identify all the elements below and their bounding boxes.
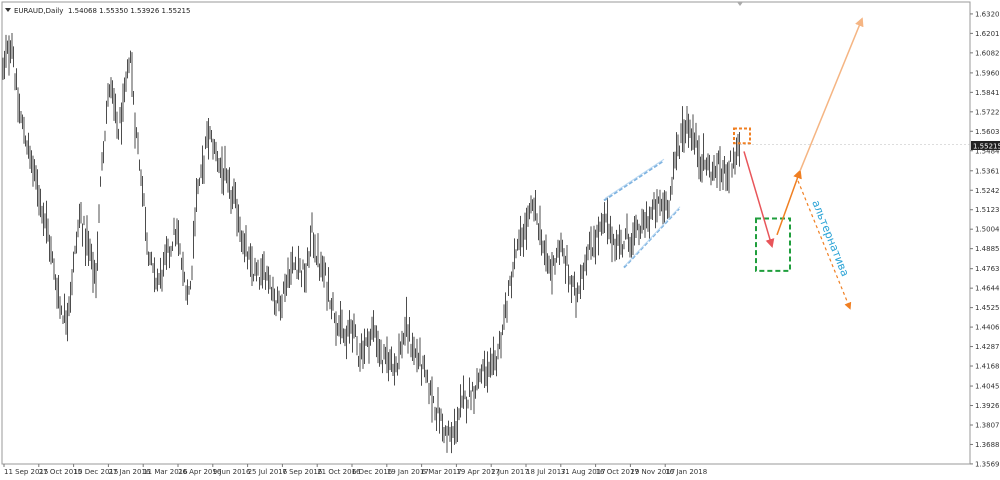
y-tick-label: 1.42870 — [975, 343, 1000, 351]
y-tick-label: 1.62015 — [975, 30, 1000, 38]
y-tick-label: 1.38075 — [975, 421, 1000, 429]
y-tick-label: 1.50045 — [975, 226, 1000, 234]
chart-background — [0, 0, 1000, 480]
y-tick-label: 1.41680 — [975, 363, 1000, 371]
x-tick-label: 2 Jun 2017 — [491, 468, 529, 476]
current-price-tag: 1.55215 — [971, 141, 1000, 151]
y-tick-label: 1.44060 — [975, 324, 1000, 332]
x-tick-label: 9 Jun 2016 — [213, 468, 251, 476]
ohlc-values: 1.54068 1.55350 1.53926 1.55215 — [68, 7, 190, 15]
chart-canvas: EURAUD,Daily 1.54068 1.55350 1.53926 1.5… — [0, 0, 1000, 480]
x-tick-label: 16 Jan 2018 — [665, 468, 707, 476]
y-tick-label: 1.52425 — [975, 187, 1000, 195]
y-tick-label: 1.35695 — [975, 460, 1000, 468]
symbol-label: EURAUD,Daily — [14, 7, 63, 15]
y-tick-label: 1.45250 — [975, 304, 1000, 312]
y-tick-label: 1.46440 — [975, 285, 1000, 293]
y-tick-label: 1.36885 — [975, 441, 1000, 449]
current-price-label: 1.55215 — [973, 143, 1000, 151]
y-tick-label: 1.63205 — [975, 10, 1000, 18]
y-tick-label: 1.53615 — [975, 167, 1000, 175]
y-tick-label: 1.39265 — [975, 402, 1000, 410]
y-tick-label: 1.59600 — [975, 69, 1000, 77]
y-tick-label: 1.57220 — [975, 108, 1000, 116]
y-tick-label: 1.48855 — [975, 245, 1000, 253]
y-tick-label: 1.58410 — [975, 89, 1000, 97]
y-tick-label: 1.56030 — [975, 128, 1000, 136]
y-tick-label: 1.40455 — [975, 383, 1000, 391]
y-tick-label: 1.60825 — [975, 49, 1000, 57]
y-tick-label: 1.51235 — [975, 206, 1000, 214]
y-tick-label: 1.47630 — [975, 265, 1000, 273]
x-tick-label: 18 Jul 2017 — [526, 468, 566, 476]
